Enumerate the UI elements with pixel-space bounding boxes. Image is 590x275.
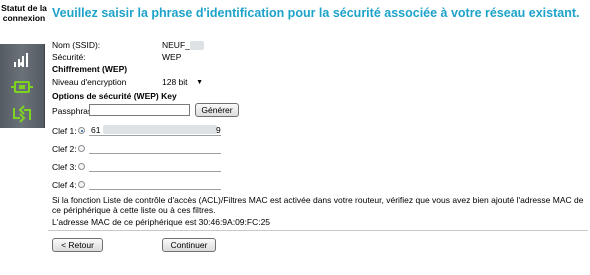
continue-button[interactable]: Continuer: [162, 238, 216, 252]
key-3-radio[interactable]: [78, 163, 85, 170]
generate-button[interactable]: Générer: [195, 103, 239, 117]
key-2-radio[interactable]: [78, 145, 85, 152]
key-1-radio[interactable]: [78, 127, 85, 134]
acl-notice-line-2: ce périphérique à cette liste ou à ces f…: [52, 205, 216, 215]
encryption-level-select[interactable]: 128 bit ▼: [162, 76, 204, 88]
page-title: Veuillez saisir la phrase d'identificati…: [52, 6, 580, 20]
key-2-input[interactable]: [89, 142, 221, 154]
status-icon-panel: [0, 44, 45, 128]
key-1-value: 61: [91, 125, 101, 135]
wep-key-options-title: Options de sécurité (WEP) Key: [52, 91, 177, 101]
ssid-value-row: NEUF_: [162, 40, 204, 51]
key-4-input[interactable]: [89, 178, 221, 190]
key-1-redacted: [103, 125, 217, 134]
security-value: WEP: [162, 52, 182, 62]
key-1-value-end: 9: [216, 125, 221, 135]
router-status-icon: [10, 77, 34, 97]
key-1-input[interactable]: 61 9: [89, 124, 221, 136]
connection-status-label: Statut de la connexion: [1, 3, 47, 23]
ssid-value: NEUF_: [162, 40, 190, 50]
ssid-redacted: [189, 41, 204, 51]
ssid-label: Nom (SSID):: [52, 40, 101, 50]
key-4-label: Clef 4:: [52, 180, 77, 190]
dropdown-arrow-icon: ▼: [196, 79, 203, 86]
ethernet-connection-icon: [10, 104, 34, 124]
acl-notice-line-1: Si la fonction Liste de contrôle d'accès…: [52, 195, 584, 205]
key-1-label: Clef 1:: [52, 126, 77, 136]
footer-divider: [48, 230, 588, 231]
passphrase-input[interactable]: [89, 104, 190, 116]
encryption-level-label: Niveau d'encryption: [52, 77, 127, 87]
encryption-level-value: 128 bit: [162, 77, 188, 87]
back-button[interactable]: < Retour: [52, 238, 103, 252]
key-4-radio[interactable]: [78, 181, 85, 188]
wep-section-title: Chiffrement (WEP): [52, 64, 128, 74]
key-2-label: Clef 2:: [52, 144, 77, 154]
key-3-label: Clef 3:: [52, 162, 77, 172]
security-label: Sécurité:: [52, 52, 86, 62]
wifi-signal-icon: [10, 50, 34, 70]
mac-address-text: L'adresse MAC de ce périphérique est 30:…: [52, 217, 271, 227]
key-3-input[interactable]: [89, 160, 221, 172]
